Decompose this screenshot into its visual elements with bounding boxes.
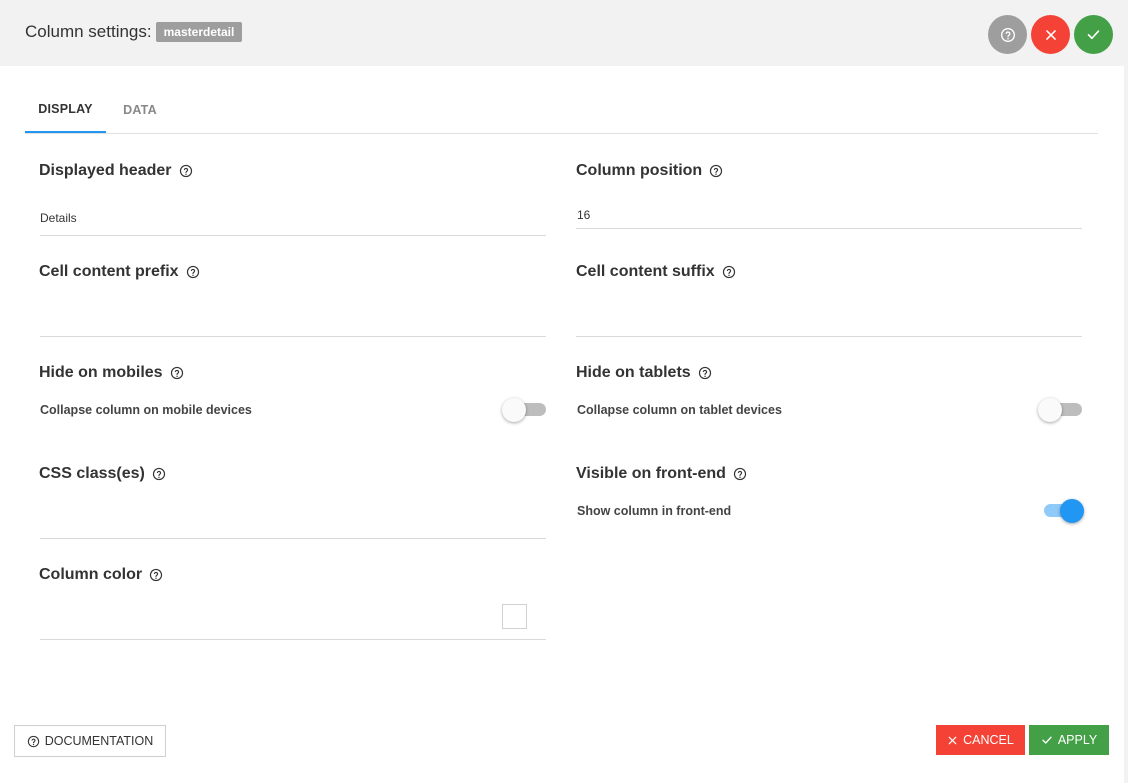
cell-suffix-label: Cell content suffix xyxy=(576,263,736,281)
visible-frontend-description: Show column in front-end xyxy=(577,504,732,518)
dialog-title: Column settings: masterdetail xyxy=(25,22,243,42)
help-circle-icon xyxy=(27,735,40,748)
documentation-button[interactable]: DOCUMENTATION xyxy=(14,725,166,757)
close-icon xyxy=(1045,29,1056,40)
dialog-header: Column settings: masterdetail xyxy=(0,0,1128,66)
column-position-label-text: Column position xyxy=(576,162,703,179)
help-icon[interactable] xyxy=(149,568,163,582)
help-icon[interactable] xyxy=(733,467,747,481)
color-swatch[interactable] xyxy=(502,604,527,629)
help-icon[interactable] xyxy=(698,366,712,380)
column-name-badge: masterdetail xyxy=(155,22,243,42)
cell-prefix-label-text: Cell content prefix xyxy=(39,263,179,280)
css-classes-label-text: CSS class(es) xyxy=(39,465,145,482)
apply-button-label: APPLY xyxy=(1057,733,1098,747)
visible-frontend-label-text: Visible on front-end xyxy=(576,465,726,482)
column-position-input[interactable]: 16 xyxy=(577,208,590,222)
confirm-button[interactable] xyxy=(1074,15,1113,54)
help-circle-icon xyxy=(1000,27,1015,42)
cell-prefix-underline xyxy=(40,336,546,337)
css-classes-label: CSS class(es) xyxy=(39,465,166,483)
help-icon[interactable] xyxy=(186,265,200,279)
check-icon xyxy=(1087,30,1100,40)
visible-frontend-toggle[interactable] xyxy=(1040,498,1086,523)
hide-mobiles-description: Collapse column on mobile devices xyxy=(40,403,252,417)
cancel-button-label: CANCEL xyxy=(963,733,1014,747)
help-icon[interactable] xyxy=(722,265,736,279)
help-icon[interactable] xyxy=(179,164,193,178)
displayed-header-input[interactable]: Details xyxy=(40,211,77,225)
cell-suffix-underline xyxy=(576,336,1082,337)
dialog-title-text: Column settings: xyxy=(25,22,152,41)
column-color-label: Column color xyxy=(39,566,163,584)
displayed-header-label-text: Displayed header xyxy=(39,162,172,179)
hide-tablets-label-text: Hide on tablets xyxy=(576,364,691,381)
column-position-label: Column position xyxy=(576,162,723,180)
help-icon[interactable] xyxy=(170,366,184,380)
dialog-edge xyxy=(1124,66,1128,783)
tab-bar: DISPLAY DATA xyxy=(25,86,1098,134)
help-button[interactable] xyxy=(988,15,1027,54)
toggle-knob xyxy=(1038,398,1062,422)
apply-button[interactable]: APPLY xyxy=(1029,725,1109,755)
toggle-knob xyxy=(502,398,526,422)
cell-suffix-label-text: Cell content suffix xyxy=(576,263,715,280)
toggle-knob xyxy=(1060,499,1084,523)
displayed-header-underline xyxy=(40,235,546,236)
column-color-underline xyxy=(40,639,546,640)
hide-tablets-description: Collapse column on tablet devices xyxy=(577,403,782,417)
cell-prefix-label: Cell content prefix xyxy=(39,263,200,281)
visible-frontend-label: Visible on front-end xyxy=(576,465,747,483)
column-position-underline xyxy=(576,228,1082,229)
hide-tablets-toggle[interactable] xyxy=(1038,397,1084,422)
help-icon[interactable] xyxy=(152,467,166,481)
hide-tablets-label: Hide on tablets xyxy=(576,364,712,382)
displayed-header-label: Displayed header xyxy=(39,162,193,180)
hide-mobiles-label: Hide on mobiles xyxy=(39,364,184,382)
documentation-button-label: DOCUMENTATION xyxy=(44,734,154,748)
hide-mobiles-toggle[interactable] xyxy=(502,397,548,422)
cancel-button[interactable]: CANCEL xyxy=(936,725,1025,755)
column-color-label-text: Column color xyxy=(39,566,143,583)
help-icon[interactable] xyxy=(709,164,723,178)
hide-mobiles-label-text: Hide on mobiles xyxy=(39,364,163,381)
tab-display[interactable]: DISPLAY xyxy=(25,86,106,133)
close-button[interactable] xyxy=(1031,15,1070,54)
css-classes-underline xyxy=(40,538,546,539)
close-icon xyxy=(947,735,958,746)
tab-data[interactable]: DATA xyxy=(106,86,174,133)
check-icon xyxy=(1041,734,1053,746)
